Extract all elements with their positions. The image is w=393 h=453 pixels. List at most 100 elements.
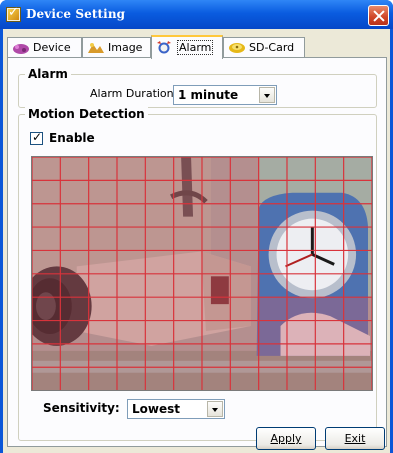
grid-cell-selected[interactable] <box>60 203 89 228</box>
grid-cell-selected[interactable] <box>286 320 316 344</box>
grid-cell-selected[interactable] <box>258 320 287 344</box>
close-button[interactable] <box>368 5 389 26</box>
grid-cell-selected[interactable] <box>173 180 202 204</box>
tab-sd-card[interactable]: SD-Card <box>223 37 305 58</box>
grid-cell-selected[interactable] <box>230 297 259 321</box>
grid-cell-selected[interactable] <box>32 367 61 390</box>
grid-cell-selected[interactable] <box>173 320 202 344</box>
chevron-down-icon[interactable] <box>207 401 223 417</box>
grid-cell-selected[interactable] <box>145 320 174 344</box>
grid-cell-selected[interactable] <box>258 343 287 368</box>
grid-cell-selected[interactable] <box>286 343 316 368</box>
grid-cell-selected[interactable] <box>116 180 146 204</box>
grid-cell-selected[interactable] <box>173 227 202 251</box>
motion-detection-preview[interactable] <box>31 156 373 391</box>
grid-cell-selected[interactable] <box>201 297 231 321</box>
grid-cell-selected[interactable] <box>201 343 231 368</box>
grid-cell-selected[interactable] <box>145 250 174 274</box>
grid-cell-selected[interactable] <box>116 320 146 344</box>
grid-cell-selected[interactable] <box>173 367 202 390</box>
grid-cell-selected[interactable] <box>32 273 61 298</box>
grid-cell-selected[interactable] <box>286 297 316 321</box>
grid-cell-selected[interactable] <box>88 203 117 228</box>
grid-cell-selected[interactable] <box>32 203 61 228</box>
grid-cell-selected[interactable] <box>88 367 117 390</box>
title-bar[interactable]: Device Setting <box>0 0 393 29</box>
grid-cell-selected[interactable] <box>230 227 259 251</box>
grid-cell-selected[interactable] <box>88 180 117 204</box>
enable-checkbox[interactable] <box>30 130 43 145</box>
grid-cell-selected[interactable] <box>201 227 231 251</box>
grid-cell-selected[interactable] <box>32 180 61 204</box>
grid-cell-selected[interactable] <box>60 273 89 298</box>
grid-cell-selected[interactable] <box>258 297 287 321</box>
grid-cell-selected[interactable] <box>230 157 259 181</box>
grid-cell-selected[interactable] <box>173 297 202 321</box>
grid-cell-selected[interactable] <box>116 157 146 181</box>
grid-cell-selected[interactable] <box>145 227 174 251</box>
exit-button[interactable]: Exit <box>325 427 385 450</box>
grid-cell-selected[interactable] <box>145 367 174 390</box>
grid-cell-selected[interactable] <box>173 157 202 181</box>
grid-cell-selected[interactable] <box>145 297 174 321</box>
grid-cell-selected[interactable] <box>201 367 231 390</box>
grid-cell-selected[interactable] <box>32 157 61 181</box>
grid-cell-selected[interactable] <box>60 227 89 251</box>
grid-cell-selected[interactable] <box>315 320 344 344</box>
grid-cell-selected[interactable] <box>230 367 259 390</box>
grid-cell-selected[interactable] <box>230 320 259 344</box>
grid-cell-selected[interactable] <box>32 320 61 344</box>
tab-alarm[interactable]: Alarm <box>151 35 223 59</box>
grid-cell-selected[interactable] <box>173 250 202 274</box>
grid-cell-selected[interactable] <box>88 250 117 274</box>
tab-image[interactable]: Image <box>82 37 151 58</box>
grid-cell-selected[interactable] <box>201 320 231 344</box>
grid-cell-selected[interactable] <box>145 273 174 298</box>
motion-grid-overlay[interactable] <box>32 157 372 391</box>
grid-cell-selected[interactable] <box>315 297 344 321</box>
grid-cell-selected[interactable] <box>116 250 146 274</box>
grid-cell-selected[interactable] <box>32 343 61 368</box>
grid-cell-selected[interactable] <box>230 180 259 204</box>
grid-cell-selected[interactable] <box>173 203 202 228</box>
grid-cell-selected[interactable] <box>343 343 372 368</box>
chevron-down-icon[interactable] <box>259 87 275 103</box>
grid-cell-selected[interactable] <box>60 250 89 274</box>
grid-cell-selected[interactable] <box>230 250 259 274</box>
grid-cell-selected[interactable] <box>88 297 117 321</box>
sensitivity-select[interactable]: Lowest <box>127 399 225 419</box>
grid-cell-selected[interactable] <box>343 297 372 321</box>
grid-cell-selected[interactable] <box>315 343 344 368</box>
grid-cell-selected[interactable] <box>88 273 117 298</box>
grid-cell-selected[interactable] <box>60 157 89 181</box>
grid-cell-selected[interactable] <box>116 227 146 251</box>
grid-cell-selected[interactable] <box>230 203 259 228</box>
grid-cell-selected[interactable] <box>60 320 89 344</box>
grid-cell-selected[interactable] <box>230 273 259 298</box>
grid-cell-selected[interactable] <box>230 343 259 368</box>
grid-cell-selected[interactable] <box>173 273 202 298</box>
grid-cell-selected[interactable] <box>116 343 146 368</box>
grid-cell-selected[interactable] <box>145 343 174 368</box>
grid-cell-selected[interactable] <box>286 367 316 390</box>
grid-cell-selected[interactable] <box>116 203 146 228</box>
grid-cell-selected[interactable] <box>343 320 372 344</box>
grid-cell-selected[interactable] <box>145 203 174 228</box>
apply-button[interactable]: Apply <box>256 427 316 450</box>
grid-cell-selected[interactable] <box>32 250 61 274</box>
grid-cell-selected[interactable] <box>60 297 89 321</box>
grid-cell-selected[interactable] <box>60 343 89 368</box>
grid-cell-selected[interactable] <box>88 227 117 251</box>
grid-cell-selected[interactable] <box>201 273 231 298</box>
grid-cell-selected[interactable] <box>32 297 61 321</box>
grid-cell-selected[interactable] <box>60 180 89 204</box>
grid-cell-selected[interactable] <box>201 180 231 204</box>
grid-cell-selected[interactable] <box>145 157 174 181</box>
grid-cell-selected[interactable] <box>88 320 117 344</box>
grid-cell-selected[interactable] <box>88 157 117 181</box>
grid-cell-selected[interactable] <box>116 367 146 390</box>
grid-cell-selected[interactable] <box>201 250 231 274</box>
tab-device[interactable]: Device <box>7 37 82 58</box>
grid-cell-selected[interactable] <box>343 367 372 390</box>
alarm-duration-select[interactable]: 1 minute <box>173 85 277 105</box>
